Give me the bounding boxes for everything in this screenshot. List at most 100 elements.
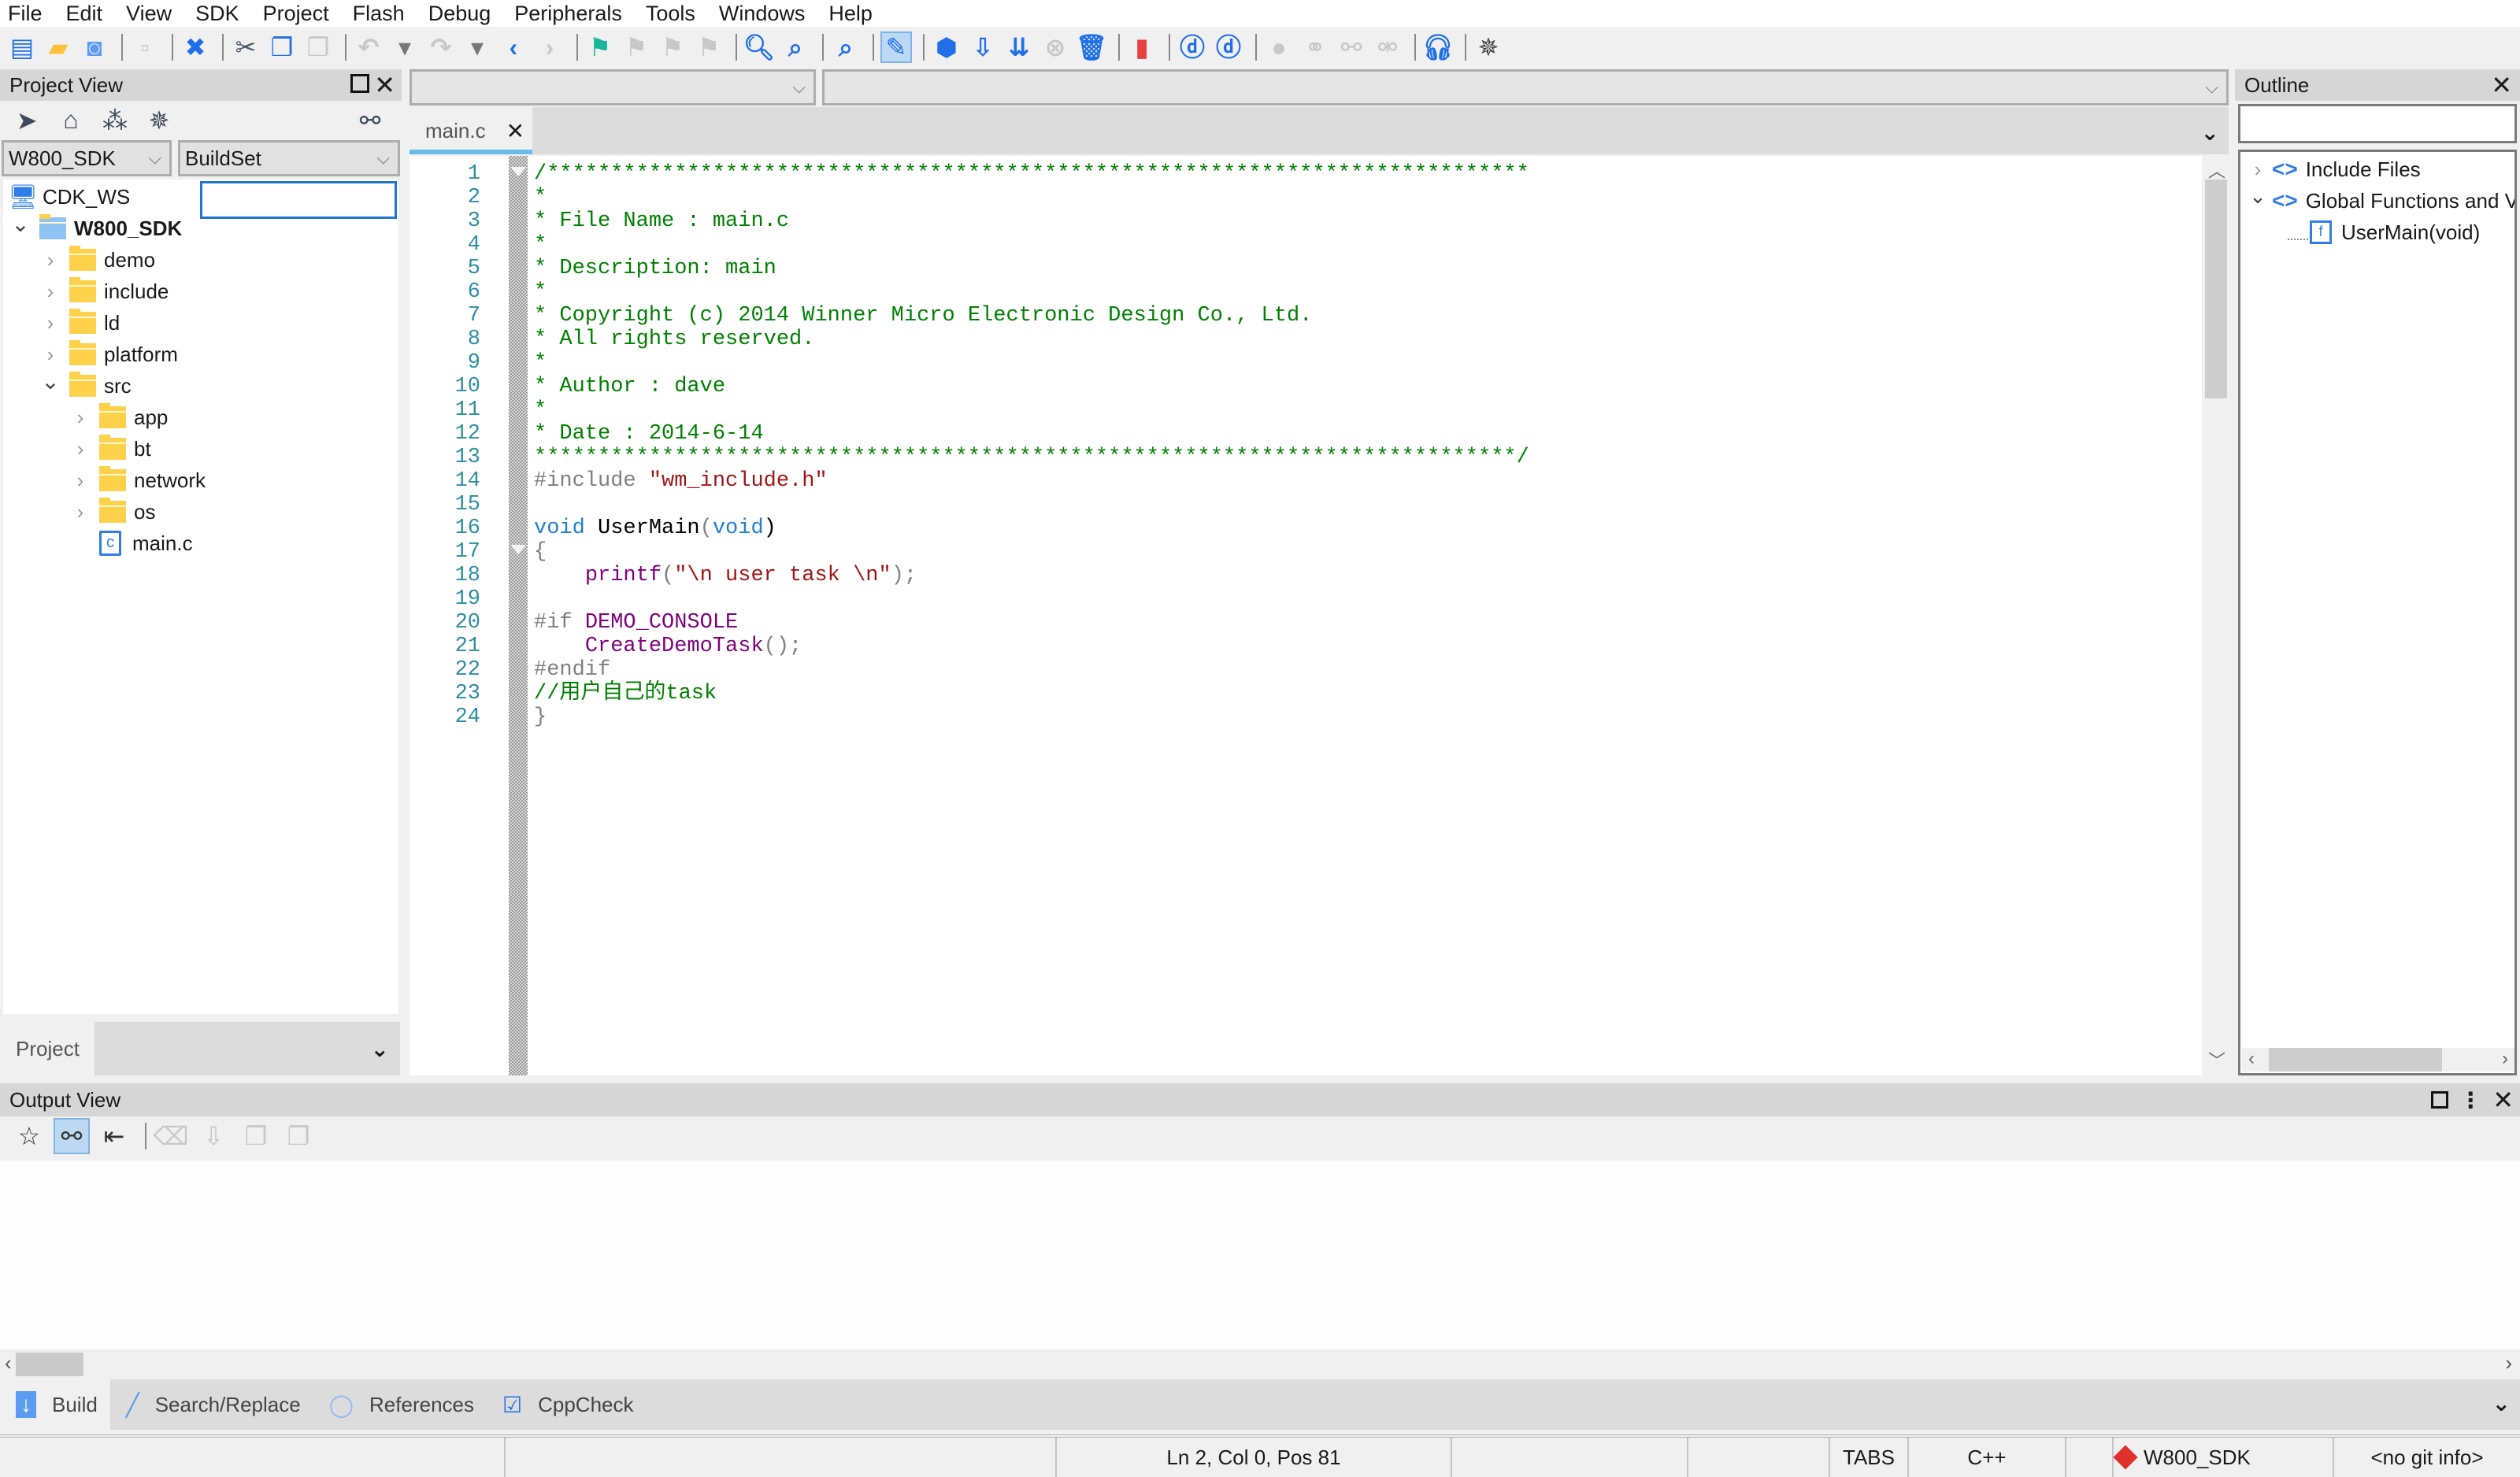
rebuild-button[interactable]: ⬢ (931, 31, 962, 63)
bookmark-prev-button[interactable]: ⚑ (621, 31, 652, 63)
save-icon[interactable]: ⇩ (195, 1118, 232, 1154)
menu-edit[interactable]: Edit (66, 0, 103, 27)
bookmark-next-button[interactable]: ⚑ (657, 31, 688, 63)
chevron-right-icon[interactable]: › (69, 468, 91, 493)
open-folder-button[interactable]: ▰ (43, 31, 74, 63)
fold-toggle-icon[interactable] (510, 167, 526, 176)
tree-item-app[interactable]: › app (69, 402, 168, 433)
status-git[interactable]: <no git info> (2333, 1438, 2520, 1477)
bookmark-clear-button[interactable]: ⚑ (693, 31, 724, 63)
symbol-combo[interactable]: ⌵ (410, 69, 816, 106)
tree-item-include[interactable]: › include (39, 276, 169, 307)
outline-item[interactable]: ⌄<> Global Functions and Variables (2247, 184, 2514, 217)
back-button[interactable]: ‹ (498, 31, 529, 63)
menu-help[interactable]: Help (828, 0, 873, 27)
chevron-right-icon[interactable]: › (39, 342, 61, 367)
status-project[interactable]: W800_SDK (2112, 1438, 2333, 1477)
editor-vertical-scrollbar[interactable]: ︿ ﹀ (2202, 156, 2229, 1075)
cut-button[interactable]: ✂ (230, 31, 261, 63)
find-symbol-button[interactable]: ⌕ (830, 31, 862, 63)
outline-filter-input[interactable] (2238, 104, 2517, 143)
status-language[interactable]: C++ (1907, 1438, 2065, 1477)
float-icon[interactable] (350, 74, 370, 93)
buildset-combo[interactable]: BuildSet ⌵ (178, 140, 400, 176)
chevron-right-icon[interactable]: › (69, 500, 91, 524)
stop-button[interactable]: ⊗ (1040, 31, 1071, 63)
menu-tools[interactable]: Tools (646, 0, 695, 27)
status-cursor-position[interactable]: Ln 2, Col 0, Pos 81 (1055, 1438, 1451, 1477)
menu-windows[interactable]: Windows (719, 0, 806, 27)
chevron-right-icon[interactable]: › (69, 437, 91, 461)
tree-filter-input[interactable] (200, 181, 397, 219)
scope-combo[interactable]: ⌵ (822, 69, 2229, 106)
outline-item[interactable]: › <> Include Files (2247, 154, 2421, 185)
bookmark-toggle-button[interactable]: ⚑ (584, 31, 616, 63)
menu-flash[interactable]: Flash (353, 0, 405, 27)
code-editor[interactable]: 1 2 3 4 5 6 7 8 9 10 11 12 13 14 15 16 17 18 19 20 21 22 23 24 … (410, 156, 2202, 1075)
chevron-right-icon[interactable]: › (2247, 157, 2269, 182)
dependency-icon[interactable]: ⁂ (99, 106, 131, 135)
tab-list-dropdown[interactable]: ⌄ (2201, 120, 2219, 146)
link-icon[interactable]: ⚯ (54, 1118, 90, 1154)
project-combo[interactable]: W800_SDK ⌵ (2, 140, 172, 176)
scrollbar-thumb[interactable] (16, 1353, 83, 1376)
menu-debug[interactable]: Debug (428, 0, 491, 27)
link-icon[interactable]: ⚯ (354, 106, 386, 135)
menu-view[interactable]: View (126, 0, 172, 27)
tree-item-demo[interactable]: › demo (39, 244, 155, 276)
status-indent[interactable]: TABS (1829, 1438, 1907, 1477)
chevron-down-icon[interactable]: ⌄ (9, 211, 32, 237)
tree-item-cdk-ws[interactable]: 🖥︎ CDK_WS (8, 181, 130, 213)
tree-item-os[interactable]: › os (69, 496, 155, 528)
reload-button[interactable]: ◙ (79, 31, 110, 63)
scrollbar-thumb[interactable] (2205, 180, 2227, 398)
output-tab-cppcheck[interactable]: ☑ CppCheck (487, 1379, 647, 1430)
tab-main-c[interactable]: main.c ✕ (410, 107, 532, 154)
disconnect-button[interactable]: ⚮ (1372, 31, 1403, 63)
menu-file[interactable]: File (8, 0, 43, 27)
outline-hscrollbar[interactable]: ‹ › (2242, 1048, 2514, 1072)
close-icon[interactable]: ✕ (2492, 1087, 2514, 1112)
close-button[interactable]: ✖ (180, 31, 211, 63)
tree-item-bt[interactable]: › bt (69, 433, 151, 465)
chevron-right-icon[interactable]: › (39, 248, 61, 272)
menu-peripherals[interactable]: Peripherals (514, 0, 622, 27)
output-tab-search-replace[interactable]: ╱ Search/Replace (110, 1379, 313, 1430)
copy-icon[interactable]: ❐ (238, 1118, 274, 1154)
tab-close-icon[interactable]: ✕ (506, 118, 524, 144)
redo-button[interactable]: ↷ (425, 31, 457, 63)
indent-icon[interactable]: ⇤ (96, 1118, 132, 1154)
bug-button[interactable]: ✵ (1473, 31, 1504, 63)
scroll-right-icon[interactable]: › (2502, 1048, 2508, 1070)
star-icon[interactable]: ☆ (11, 1118, 47, 1154)
fold-toggle-icon[interactable] (510, 545, 526, 554)
download-all-button[interactable]: ⇊ (1003, 31, 1035, 63)
outline-item[interactable]: f UserMain(void) (2288, 217, 2480, 248)
undo-button[interactable]: ↶ (353, 31, 384, 63)
chevron-right-icon[interactable]: › (39, 279, 61, 304)
scroll-right-icon[interactable]: › (2505, 1351, 2512, 1375)
load-button[interactable]: ▮ (1126, 31, 1158, 63)
menu-sdk[interactable]: SDK (195, 0, 239, 27)
scroll-down-icon[interactable]: ﹀ (2208, 1047, 2225, 1072)
chevron-right-icon[interactable]: › (69, 405, 91, 430)
debug-attach-button[interactable]: ⓓ (1213, 31, 1244, 63)
project-bottom-tab[interactable]: Project (0, 1037, 94, 1061)
scrollbar-thumb[interactable] (2269, 1048, 2442, 1072)
redo-dropdown-button[interactable]: ▾ (461, 31, 493, 63)
connect-button[interactable]: ● (1263, 31, 1295, 63)
output-tab-references[interactable]: ◯ References (313, 1379, 487, 1430)
fold-margin[interactable] (509, 156, 528, 1075)
float-icon[interactable] (2431, 1091, 2449, 1109)
find-in-files-button[interactable]: ⌕ (780, 31, 811, 63)
output-tabs-dropdown[interactable]: ⌄ (2492, 1390, 2511, 1416)
paste-icon[interactable]: ❐ (280, 1118, 317, 1154)
paste-button[interactable]: ❐ (302, 31, 334, 63)
code-text[interactable]: /***************************************… (534, 162, 1529, 729)
find-button[interactable]: 🔍︎ (743, 31, 776, 63)
tree-item-main-c[interactable]: c main.c (69, 528, 193, 559)
new-file-button[interactable]: ▤ (6, 31, 38, 63)
tree-item-ld[interactable]: › ld (39, 307, 120, 339)
tree-item-platform[interactable]: › platform (39, 339, 178, 370)
bug-icon[interactable]: ✵ (143, 106, 175, 135)
